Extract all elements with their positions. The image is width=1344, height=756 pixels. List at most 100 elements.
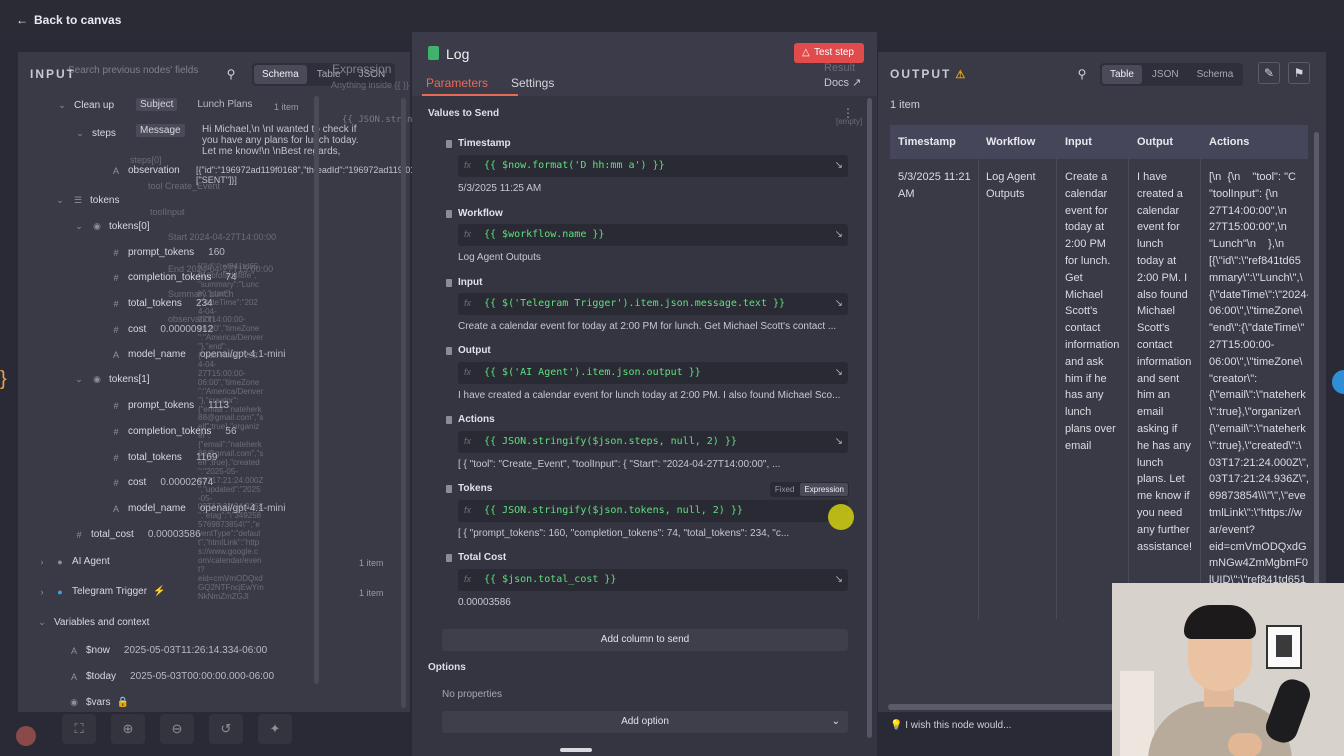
col-output: Output: [1137, 136, 1174, 148]
output-scrollbar[interactable]: [1314, 132, 1319, 602]
tree-row-message: Message: [136, 124, 185, 137]
total-cost-preview: 0.00003586: [458, 597, 511, 608]
user-avatar[interactable]: [16, 726, 36, 746]
tree-ghost-tool: tool Create_Event: [148, 181, 221, 191]
output-expression-input[interactable]: fx{{ $('AI Agent').item.json.output }} ↘: [458, 362, 848, 384]
arrow-left-icon: ←: [16, 13, 28, 27]
toggle-expression[interactable]: Expression: [800, 483, 848, 496]
zoom-out-icon[interactable]: ⊖: [160, 714, 194, 744]
field-label-tokens: Tokens: [445, 483, 493, 494]
panel-handle[interactable]: [1332, 370, 1344, 394]
drag-handle[interactable]: [560, 748, 592, 752]
modal-title: Log: [446, 46, 470, 62]
tab-schema[interactable]: Schema: [1189, 65, 1242, 84]
tab-json[interactable]: JSON: [1144, 65, 1187, 84]
node-telegram-trigger[interactable]: › ● Telegram Trigger ⚡: [36, 586, 166, 597]
expand-icon: ↘: [834, 436, 843, 447]
fx-icon: fx: [464, 367, 472, 377]
tab-table[interactable]: Table: [1102, 65, 1142, 84]
robot-icon: ●: [57, 556, 63, 567]
workflow-preview: Log Agent Outputs: [458, 252, 541, 263]
cursor-highlight: [828, 504, 854, 530]
message-value: Hi Michael,\n \nI wanted to check if you…: [202, 124, 359, 157]
field-label-total-cost: Total Cost: [445, 552, 507, 563]
tab-settings[interactable]: Settings: [511, 76, 554, 90]
output-view-tabs: Table JSON Schema: [1100, 63, 1244, 86]
workflow-expression-input[interactable]: fx{{ $workflow.name }} ↘: [458, 224, 848, 246]
tree-row-total-tokens-1: # total_tokens 1169: [113, 452, 218, 463]
lightbulb-icon: 💡: [890, 720, 903, 731]
input-scrollbar[interactable]: [314, 96, 319, 684]
feedback-prompt[interactable]: 💡 I wish this node would...: [890, 720, 1011, 731]
col-actions: Actions: [1209, 136, 1250, 148]
tree-ghost-toolinput: toolInput: [150, 207, 185, 217]
zoom-in-icon[interactable]: ⊕: [111, 714, 145, 744]
ghost-expression-title: Expression: [332, 62, 392, 76]
tree-ghost-observation: observation: [168, 314, 215, 324]
no-properties-text: No properties: [442, 689, 503, 700]
tab-schema[interactable]: Schema: [254, 65, 307, 84]
total-cost-expression-input[interactable]: fx{{ $json.total_cost }} ↘: [458, 569, 848, 591]
tokens-expression-input[interactable]: fx{{ JSON.stringify($json.tokens, null, …: [458, 500, 848, 522]
expand-icon: ↘: [834, 574, 843, 585]
fx-icon: fx: [464, 574, 472, 584]
expression-scrollbar[interactable]: [401, 98, 406, 708]
fit-view-icon[interactable]: ⛶: [62, 714, 96, 744]
cell-output: I have created a calendar event for lunc…: [1137, 171, 1193, 553]
docs-link[interactable]: Docs ↗: [824, 76, 861, 89]
variables-context-section[interactable]: ⌄ Variables and context: [36, 617, 149, 628]
expand-icon: ↘: [834, 229, 843, 240]
lamp-shade: [1120, 671, 1154, 756]
curly-brace-icon: }: [0, 368, 7, 390]
undo-icon[interactable]: ↺: [209, 714, 243, 744]
add-option-button[interactable]: Add option ⌄: [442, 711, 848, 733]
microphone: [1262, 675, 1314, 747]
sheet-icon: [428, 46, 439, 60]
tree-row-total-tokens-0: # total_tokens 234: [113, 298, 213, 309]
tree-row-cleanup[interactable]: ⌄ Clean up: [56, 100, 114, 111]
node-ai-agent[interactable]: › ● AI Agent: [36, 556, 110, 567]
telegram-icon: ●: [57, 586, 63, 597]
tree-row-model-name-0: Amodel_name openai/gpt-4.1-mini: [112, 349, 286, 360]
top-item-count: 1 item: [274, 102, 299, 112]
input-search-field[interactable]: Search previous nodes' fields: [68, 65, 198, 76]
fx-icon: fx: [464, 229, 472, 239]
input-panel: INPUT Search previous nodes' fields ⚲ Sc…: [18, 52, 575, 712]
telegram-count: 1 item: [359, 588, 384, 598]
output-panel-title: OUTPUT ⚠: [890, 67, 968, 81]
tree-row-prompt-tokens-1: # prompt_tokens 1113: [113, 400, 229, 411]
options-label: Options: [428, 662, 466, 673]
add-column-button[interactable]: Add column to send: [442, 629, 848, 651]
fx-icon: fx: [464, 160, 472, 170]
field-label-workflow: Workflow: [446, 208, 503, 219]
output-horizontal-scrollbar[interactable]: [888, 704, 1118, 710]
actions-expression-input[interactable]: fx{{ JSON.stringify($json.steps, null, 2…: [458, 431, 848, 453]
cell-timestamp: 5/3/2025 11:21 AM: [898, 171, 971, 200]
modal-scrollbar[interactable]: [867, 98, 872, 738]
fixed-expression-toggle[interactable]: Fixed Expression: [769, 482, 849, 497]
search-icon[interactable]: ⚲: [223, 66, 239, 82]
back-to-canvas-button[interactable]: ← Back to canvas: [16, 13, 121, 27]
toggle-fixed[interactable]: Fixed: [771, 483, 799, 496]
timestamp-expression-input[interactable]: fx{{ $now.format('D hh:mm a') }} ↘: [458, 155, 848, 177]
modal-header: Log △ Test step Parameters Settings Docs…: [412, 32, 877, 126]
column-divider: [1200, 159, 1201, 619]
search-icon[interactable]: ⚲: [1074, 66, 1090, 82]
timestamp-preview: 5/3/2025 11:25 AM: [458, 183, 542, 194]
tab-parameters[interactable]: Parameters: [426, 76, 488, 90]
parameters-body: Values to Send ⋮ Timestamp fx{{ $now.for…: [412, 96, 877, 756]
input-expression-input[interactable]: fx{{ $('Telegram Trigger').item.json.mes…: [458, 293, 848, 315]
tree-row-tokens0[interactable]: ⌄ ◉ tokens[0]: [73, 221, 149, 232]
tree-row-tokens[interactable]: ⌄ ☰ tokens: [54, 195, 119, 206]
edit-pencil-icon[interactable]: ✎: [1258, 62, 1280, 84]
warning-icon: ⚠: [955, 69, 968, 81]
cell-actions: [\n {\n "tool": "C "toolInput": {\n 27T1…: [1209, 171, 1308, 587]
pin-icon[interactable]: ⚑: [1288, 62, 1310, 84]
field-label-actions: Actions: [446, 414, 495, 425]
tidy-icon[interactable]: ✦: [258, 714, 292, 744]
test-step-button[interactable]: △ Test step: [793, 43, 864, 63]
cell-input: Create a calendar event for today at 2:0…: [1065, 171, 1120, 452]
tree-row-steps[interactable]: ⌄ steps: [74, 128, 116, 139]
tree-row-tokens1[interactable]: ⌄ ◉ tokens[1]: [73, 374, 149, 385]
lock-icon: 🔒: [116, 697, 129, 708]
